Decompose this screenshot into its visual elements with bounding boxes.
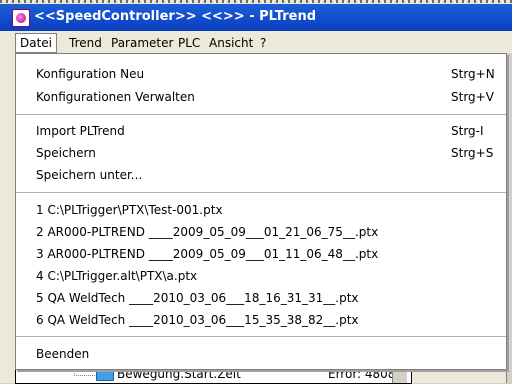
menu-item-label: Konfiguration Neu	[36, 67, 145, 81]
menu-help[interactable]: ?	[256, 35, 270, 51]
menu-item-label: Speichern unter...	[36, 168, 143, 182]
recent-file-6[interactable]: 6 QA WeldTech ____2010_03_06___15_35_38_…	[36, 310, 476, 330]
menu-item-konfigurationen-verwalten[interactable]: Konfigurationen Verwalten Strg+V	[36, 87, 494, 107]
recent-file-label: 4 C:\PLTrigger.alt\PTX\a.ptx	[36, 269, 198, 283]
menu-separator	[16, 192, 506, 193]
menu-item-speichern-unter[interactable]: Speichern unter...	[36, 165, 476, 185]
background-window-edge	[0, 0, 512, 3]
menu-parameter[interactable]: Parameter	[107, 35, 177, 51]
menu-item-speichern[interactable]: Speichern Strg+S	[36, 143, 493, 163]
menu-item-beenden[interactable]: Beenden	[36, 344, 476, 364]
recent-file-label: 5 QA WeldTech ____2010_03_06___18_16_31_…	[36, 291, 359, 305]
menu-plc[interactable]: PLC	[174, 35, 204, 51]
menu-item-shortcut: Strg+S	[451, 146, 494, 160]
menu-item-shortcut: Strg+N	[451, 67, 495, 81]
menu-trend[interactable]: Trend	[65, 35, 106, 51]
menu-ansicht[interactable]: Ansicht	[205, 35, 257, 51]
recent-file-4[interactable]: 4 C:\PLTrigger.alt\PTX\a.ptx	[36, 266, 476, 286]
recent-file-label: 6 QA WeldTech ____2010_03_06___15_35_38_…	[36, 313, 359, 327]
menu-separator	[16, 114, 506, 115]
menu-item-shortcut: Strg-I	[451, 124, 484, 138]
menu-item-label: Beenden	[36, 347, 90, 361]
menu-item-konfiguration-neu[interactable]: Konfiguration Neu Strg+N	[36, 64, 495, 84]
recent-file-1[interactable]: 1 C:\PLTrigger\PTX\Test-001.ptx	[36, 200, 476, 220]
menu-separator	[16, 336, 506, 337]
menu-item-import-pltrend[interactable]: Import PLTrend Strg-I	[36, 121, 484, 141]
file-menu-dropdown: Konfiguration Neu Strg+N Konfigurationen…	[15, 53, 507, 370]
menu-item-label: Speichern	[36, 146, 96, 160]
app-icon[interactable]	[12, 9, 30, 27]
menu-datei[interactable]: Datei	[15, 33, 58, 53]
recent-file-label: 2 AR000-PLTREND ____2009_05_09___01_21_0…	[36, 225, 379, 239]
recent-file-2[interactable]: 2 AR000-PLTREND ____2009_05_09___01_21_0…	[36, 222, 476, 242]
recent-file-5[interactable]: 5 QA WeldTech ____2010_03_06___18_16_31_…	[36, 288, 476, 308]
recent-file-3[interactable]: 3 AR000-PLTREND ____2009_05_09___01_11_0…	[36, 244, 476, 264]
recent-file-label: 1 C:\PLTrigger\PTX\Test-001.ptx	[36, 203, 223, 217]
menu-bar: Datei Trend Parameter PLC Ansicht ?	[0, 31, 512, 53]
window-title: <<SpeedController>> <<>> - PLTrend	[34, 9, 317, 24]
menu-item-shortcut: Strg+V	[451, 90, 494, 104]
menu-item-label: Import PLTrend	[36, 124, 125, 138]
title-bar[interactable]: <<SpeedController>> <<>> - PLTrend	[0, 4, 512, 31]
menu-item-label: Konfigurationen Verwalten	[36, 90, 195, 104]
recent-file-label: 3 AR000-PLTREND ____2009_05_09___01_11_0…	[36, 247, 379, 261]
